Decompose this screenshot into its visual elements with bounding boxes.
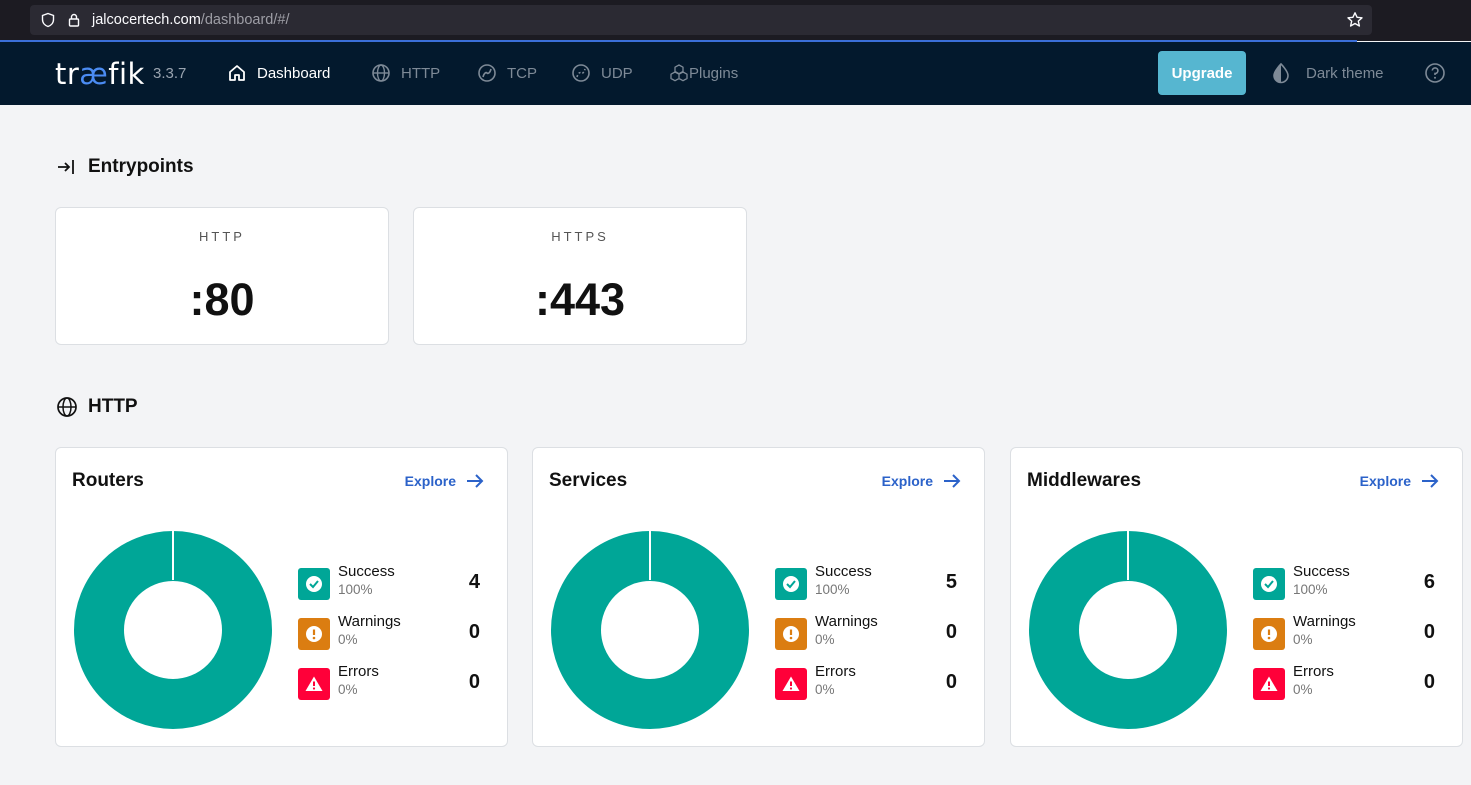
stat-count: 0 [945,621,957,643]
upgrade-button[interactable]: Upgrade [1158,51,1246,95]
stat-count: 4 [468,571,480,593]
success-icon [1253,568,1285,600]
globe-icon [372,64,390,82]
stat-count: 0 [468,621,480,643]
stat-row-errors[interactable]: Errors 0% 0 [298,663,488,703]
warning-icon [1253,618,1285,650]
stat-percentage: 0% [338,632,358,647]
stat-label: Warnings [815,613,878,630]
explore-link[interactable]: Explore [1360,471,1440,491]
error-icon [298,668,330,700]
dark-theme-toggle[interactable]: Dark theme [1270,62,1384,84]
stat-label: Errors [338,663,379,680]
stat-label: Errors [1293,663,1334,680]
nav-plugins[interactable]: Plugins [669,62,738,84]
stat-percentage: 0% [338,682,358,697]
arrow-right-icon [1422,474,1439,488]
traefik-logo[interactable]: træfik [55,57,145,91]
entrypoints-heading: Entrypoints [56,156,194,178]
stat-label: Warnings [338,613,401,630]
entrypoint-card-http: HTTP :80 [55,207,389,345]
tcp-icon [478,64,496,82]
entrypoint-name: HTTPS [551,229,609,244]
stat-label: Success [338,563,395,580]
arrow-right-icon [944,474,961,488]
stat-label: Success [1293,563,1350,580]
stat-row-success[interactable]: Success 100% 4 [298,563,488,603]
stat-percentage: 0% [1293,682,1313,697]
lock-icon[interactable] [66,12,82,28]
entrypoint-arrow-icon [58,160,74,174]
stat-row-warnings[interactable]: Warnings 0% 0 [1253,613,1443,653]
success-icon [298,568,330,600]
stat-label: Errors [815,663,856,680]
address-bar[interactable]: jalcocertech.com/dashboard/#/ [30,5,1372,35]
arrow-right-icon [467,474,484,488]
help-icon[interactable] [1424,62,1446,84]
entrypoint-port: :443 [534,274,626,325]
stat-count: 0 [468,671,480,693]
status-donut-chart [74,531,272,729]
card-title: Routers [72,470,144,491]
entrypoint-port: :80 [189,274,255,325]
nav-udp[interactable]: UDP [571,62,633,84]
version-label: 3.3.7 [153,65,187,82]
stat-percentage: 100% [815,582,850,597]
entrypoint-card-https: HTTPS :443 [413,207,747,345]
url-text[interactable]: jalcocertech.com/dashboard/#/ [92,12,289,28]
stat-row-success[interactable]: Success 100% 6 [1253,563,1443,603]
contrast-drop-icon [1273,62,1289,84]
middlewares-card: Middlewares Explore Success 100% 6 Warnin… [1010,447,1463,747]
explore-link[interactable]: Explore [882,471,962,491]
udp-icon [572,64,590,82]
error-icon [1253,668,1285,700]
stat-row-warnings[interactable]: Warnings 0% 0 [775,613,965,653]
stat-row-success[interactable]: Success 100% 5 [775,563,965,603]
stat-percentage: 0% [815,682,835,697]
stat-count: 0 [1423,671,1435,693]
stat-label: Warnings [1293,613,1356,630]
stat-row-errors[interactable]: Errors 0% 0 [775,663,965,703]
nav-dashboard[interactable]: Dashboard [227,62,330,84]
shield-icon[interactable] [40,12,56,28]
warning-icon [298,618,330,650]
stat-count: 0 [1423,621,1435,643]
stat-count: 6 [1423,571,1435,593]
stat-percentage: 0% [815,632,835,647]
card-title: Services [549,470,628,491]
stat-percentage: 100% [338,582,373,597]
success-icon [775,568,807,600]
stat-count: 0 [945,671,957,693]
browser-toolbar: jalcocertech.com/dashboard/#/ [0,0,1471,42]
stat-row-warnings[interactable]: Warnings 0% 0 [298,613,488,653]
status-donut-chart [551,531,749,729]
stat-label: Success [815,563,872,580]
stat-count: 5 [945,571,957,593]
error-icon [775,668,807,700]
entrypoint-name: HTTP [199,229,245,244]
plugins-icon [670,64,688,82]
nav-tcp[interactable]: TCP [477,62,537,84]
services-card: Services Explore Success 100% 5 Warnings … [532,447,985,747]
stat-percentage: 0% [1293,632,1313,647]
warning-icon [775,618,807,650]
explore-link[interactable]: Explore [405,471,485,491]
stat-row-errors[interactable]: Errors 0% 0 [1253,663,1443,703]
top-navbar: træfik 3.3.7 Dashboard HTTP TCP UDP Plug… [0,42,1471,105]
stat-percentage: 100% [1293,582,1328,597]
http-heading: HTTP [56,396,138,418]
home-icon [229,65,245,81]
card-title: Middlewares [1027,470,1142,491]
status-donut-chart [1029,531,1227,729]
routers-card: Routers Explore Success 100% 4 Warnings 0… [55,447,508,747]
bookmark-star-icon[interactable] [1346,11,1364,29]
nav-http[interactable]: HTTP [371,62,440,84]
globe-icon [57,397,77,417]
